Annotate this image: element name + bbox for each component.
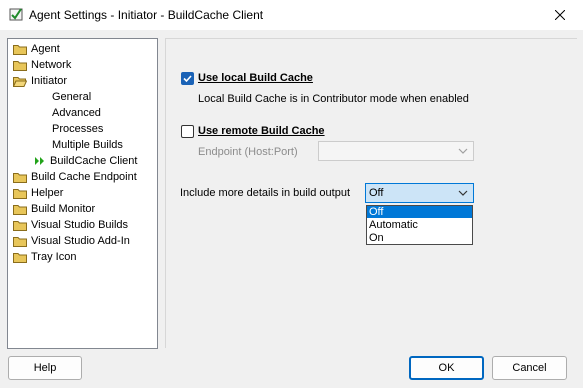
tree-item[interactable]: Visual Studio Add-In — [13, 233, 130, 249]
tree-item-label: Helper — [31, 187, 64, 199]
folder-open-icon — [13, 76, 27, 87]
details-option-off[interactable]: Off — [367, 206, 472, 218]
folder-icon — [13, 188, 27, 199]
tree-item-label: Initiator — [31, 75, 68, 87]
folder-icon — [13, 44, 27, 55]
selected-arrow-icon — [35, 157, 44, 165]
folder-icon — [13, 172, 27, 183]
tree-item[interactable]: Agent — [13, 41, 60, 57]
ok-button[interactable]: OK — [409, 356, 484, 380]
folder-icon — [13, 236, 27, 247]
tree-item-label: Processes — [52, 123, 104, 135]
tree-item-label: Advanced — [52, 107, 101, 119]
tree-item[interactable]: Build Cache Endpoint — [13, 169, 137, 185]
details-value: Off — [369, 187, 384, 199]
tree-item[interactable]: Multiple Builds — [52, 137, 123, 153]
tree-item-label: Build Monitor — [31, 203, 96, 215]
tree-item[interactable]: Advanced — [52, 105, 101, 121]
tree-item[interactable]: Initiator — [13, 73, 67, 89]
settings-tree[interactable]: Agent Network Initiator General Advanced Proc… — [7, 38, 158, 349]
tree-item-label: General — [52, 91, 92, 103]
chevron-down-icon — [458, 190, 468, 196]
app-settings-icon — [9, 8, 23, 21]
folder-icon — [13, 204, 27, 215]
help-button[interactable]: Help — [8, 356, 82, 380]
close-button[interactable] — [537, 0, 583, 30]
tree-item-label: Visual Studio Add-In — [31, 235, 130, 247]
tree-item[interactable]: Network — [13, 57, 71, 73]
tree-item-label: Network — [31, 59, 72, 71]
endpoint-label: Endpoint (Host:Port) — [198, 146, 298, 158]
details-label: Include more details in build output — [180, 187, 350, 199]
remote-cache-checkbox[interactable] — [181, 125, 194, 138]
tree-item[interactable]: General — [52, 89, 91, 105]
details-combo[interactable]: Off — [365, 183, 474, 203]
tree-item[interactable]: BuildCache Client — [34, 153, 137, 169]
tree-item[interactable]: Helper — [13, 185, 63, 201]
window-title: Agent Settings - Initiator - BuildCache … — [29, 8, 264, 22]
tree-item-label: BuildCache Client — [50, 155, 138, 167]
tree-item[interactable]: Build Monitor — [13, 201, 95, 217]
details-option-automatic[interactable]: Automatic — [367, 219, 472, 231]
chevron-down-icon — [458, 148, 468, 154]
checkmark-icon — [183, 75, 192, 83]
local-cache-description: Local Build Cache is in Contributor mode… — [198, 93, 469, 105]
cancel-button[interactable]: Cancel — [492, 356, 567, 380]
tree-item[interactable]: Processes — [52, 121, 103, 137]
folder-icon — [13, 252, 27, 263]
close-icon — [555, 10, 565, 20]
tree-item-label: Agent — [31, 43, 60, 55]
local-cache-label[interactable]: Use local Build Cache — [198, 72, 313, 84]
tree-item-label: Tray Icon — [31, 251, 77, 263]
folder-icon — [13, 60, 27, 71]
endpoint-combo — [318, 141, 474, 161]
title-bar: Agent Settings - Initiator - BuildCache … — [0, 0, 583, 30]
tree-item-label: Multiple Builds — [52, 139, 123, 151]
folder-icon — [13, 220, 27, 231]
tree-item-label: Visual Studio Builds — [31, 219, 129, 231]
remote-cache-label[interactable]: Use remote Build Cache — [198, 125, 325, 137]
details-dropdown-list: Off Automatic On — [366, 205, 473, 245]
tree-item-label: Build Cache Endpoint — [31, 171, 137, 183]
tree-item[interactable]: Visual Studio Builds — [13, 217, 128, 233]
local-cache-checkbox[interactable] — [181, 72, 194, 85]
tree-item[interactable]: Tray Icon — [13, 249, 76, 265]
details-option-on[interactable]: On — [367, 232, 472, 244]
